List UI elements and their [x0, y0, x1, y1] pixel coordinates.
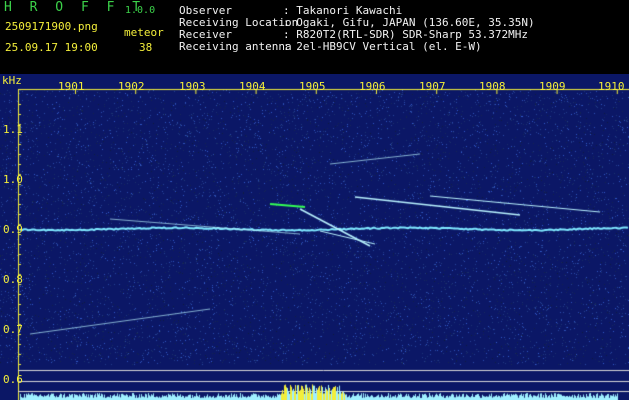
meta-value-antenna: : 2el-HB9CV Vertical (el. E-W) — [283, 40, 482, 53]
app-version: 1.0.0 — [125, 5, 156, 16]
time-tick-label: 1901 — [58, 80, 85, 93]
time-tick-label: 1909 — [539, 80, 566, 93]
spectrogram-canvas — [0, 74, 629, 400]
app-title: H R O F F T — [4, 0, 146, 15]
time-tick-label: 1907 — [419, 80, 446, 93]
time-tick-label: 1906 — [359, 80, 386, 93]
freq-tick-label: 0.9 — [3, 223, 23, 236]
image-filename: 2509171900.png — [5, 20, 98, 33]
freq-tick-label: 1.1 — [3, 123, 23, 136]
time-tick-label: 1903 — [179, 80, 206, 93]
time-tick-label: 1908 — [479, 80, 506, 93]
freq-tick-label: 0.6 — [3, 373, 23, 386]
capture-datetime: 25.09.17 19:00 — [5, 41, 98, 54]
time-tick-label: 1905 — [299, 80, 326, 93]
freq-tick-label: 0.7 — [3, 323, 23, 336]
freq-tick-label: 0.8 — [3, 273, 23, 286]
time-tick-label: 1910 — [598, 80, 625, 93]
freq-tick-label: 1.0 — [3, 173, 23, 186]
meta-key-antenna: Receiving antenna — [179, 40, 292, 53]
time-tick-label: 1902 — [118, 80, 145, 93]
meteor-count: 38 — [139, 41, 153, 54]
freq-unit-label: kHz — [2, 74, 22, 87]
time-tick-label: 1904 — [239, 80, 266, 93]
meteor-label: meteor — [124, 26, 164, 39]
spectrogram: kHz 1901 1902 1903 1904 1905 1906 1907 1… — [0, 74, 629, 400]
